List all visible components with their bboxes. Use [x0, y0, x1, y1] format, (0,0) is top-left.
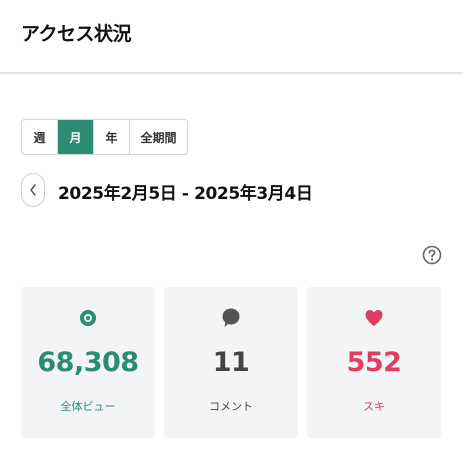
page-header: アクセス状況 [0, 0, 463, 74]
speech-bubble-icon [164, 307, 298, 329]
previous-period-button[interactable] [21, 173, 45, 207]
likes-label: スキ [363, 400, 385, 413]
period-tabs: 週 月 年 全期間 [21, 119, 188, 155]
views-label: 全体ビュー [60, 400, 116, 413]
heart-icon [307, 307, 441, 329]
question-circle-icon[interactable] [422, 245, 442, 265]
tab-all-time[interactable]: 全期間 [130, 120, 187, 154]
tab-month[interactable]: 月 [58, 120, 94, 154]
likes-stat-card: 552 スキ [307, 287, 441, 438]
likes-count: 552 [346, 347, 402, 378]
comments-count: 11 [212, 347, 250, 378]
tab-year[interactable]: 年 [94, 120, 130, 154]
comments-stat-card: 11 コメント [164, 287, 298, 438]
date-range: 2025年2月5日 - 2025年3月4日 [58, 184, 313, 204]
views-count: 68,308 [37, 347, 139, 378]
comments-label: コメント [209, 400, 253, 413]
views-stat-card: 68,308 全体ビュー [21, 287, 155, 438]
page-title: アクセス状況 [21, 23, 132, 45]
tab-week[interactable]: 週 [22, 120, 58, 154]
chevron-left-icon [30, 184, 36, 196]
eye-icon [21, 307, 155, 329]
